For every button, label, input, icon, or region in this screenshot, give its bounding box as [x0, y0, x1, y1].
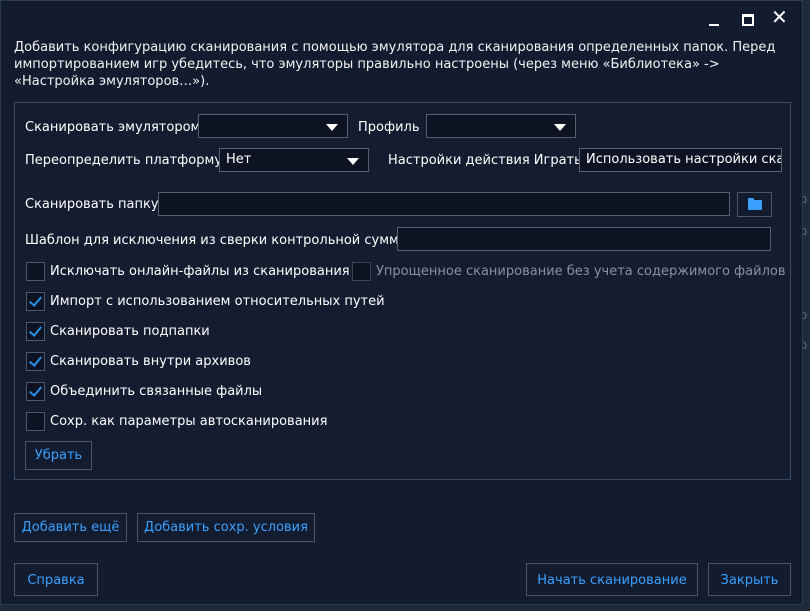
relative-paths-label: Импорт с использованием относительных пу… [50, 294, 385, 309]
window-titlebar: ✕ [1, 1, 802, 33]
close-window-button[interactable]: ✕ [769, 5, 791, 29]
scan-archives-checkbox[interactable] [26, 352, 45, 371]
emulator-label: Сканировать эмулятором [25, 120, 201, 135]
scan-archives-label: Сканировать внутри архивов [50, 354, 251, 369]
profile-label: Профиль [358, 120, 420, 135]
scan-subfolders-checkbox[interactable] [26, 322, 45, 341]
checkmark-icon [28, 353, 43, 367]
exclude-online-label: Исключать онлайн-файлы из сканирования [50, 264, 350, 279]
minimize-button[interactable] [703, 9, 725, 29]
play-action-dropdown[interactable]: Использовать настройки скан [579, 148, 782, 172]
exclude-online-checkbox[interactable] [26, 262, 45, 281]
platform-value: Нет [226, 152, 252, 167]
scan-folder-input[interactable] [158, 192, 730, 216]
browse-folder-button[interactable] [737, 192, 772, 217]
profile-dropdown[interactable] [426, 114, 576, 138]
remove-button[interactable]: Убрать [25, 441, 92, 470]
folder-open-icon-body [748, 200, 762, 210]
chevron-down-icon [554, 124, 566, 131]
simple-scan-label: Упрощенное сканирование без учета содерж… [376, 264, 786, 279]
maximize-icon [742, 14, 754, 26]
play-action-value: Использовать настройки скан [586, 152, 781, 167]
save-autoscan-label: Сохр. как параметры автосканирования [50, 414, 328, 429]
chevron-down-icon [347, 158, 359, 165]
emulator-dropdown[interactable] [198, 114, 348, 138]
intro-description: Добавить конфигурацию сканирования с пом… [14, 40, 776, 89]
start-scan-button[interactable]: Начать сканирование [526, 563, 698, 596]
platform-override-label: Переопределить платформу [25, 153, 223, 168]
scan-config-panel: Сканировать эмулятором Профиль Переопред… [14, 102, 791, 480]
maximize-button[interactable] [737, 9, 759, 29]
chevron-down-icon [326, 124, 338, 131]
platform-dropdown[interactable]: Нет [219, 148, 369, 172]
minimize-icon [709, 24, 719, 26]
close-icon: ✕ [771, 5, 788, 29]
simple-scan-checkbox[interactable] [352, 262, 371, 281]
merge-files-checkbox[interactable] [26, 382, 45, 401]
close-button[interactable]: Закрыть [708, 563, 791, 596]
exclusion-pattern-label: Шаблон для исключения из сверки контроль… [25, 233, 410, 248]
relative-paths-checkbox[interactable] [26, 292, 45, 311]
checkmark-icon [28, 293, 43, 307]
checkmark-icon [28, 383, 43, 397]
add-saved-conditions-button[interactable]: Добавить сохр. условия [137, 513, 315, 542]
scan-folder-label: Сканировать папку [25, 197, 159, 212]
exclusion-pattern-input[interactable] [397, 227, 771, 251]
add-more-button[interactable]: Добавить ещё [14, 513, 127, 542]
scan-subfolders-label: Сканировать подпапки [50, 324, 210, 339]
save-autoscan-checkbox[interactable] [26, 412, 45, 431]
scan-configuration-dialog: ✕ Добавить конфигурацию сканирования с п… [0, 0, 803, 605]
checkmark-icon [28, 323, 43, 337]
merge-files-label: Объединить связанные файлы [50, 384, 263, 399]
help-button[interactable]: Справка [14, 563, 98, 596]
play-action-label: Настройки действия Играть [388, 153, 582, 168]
